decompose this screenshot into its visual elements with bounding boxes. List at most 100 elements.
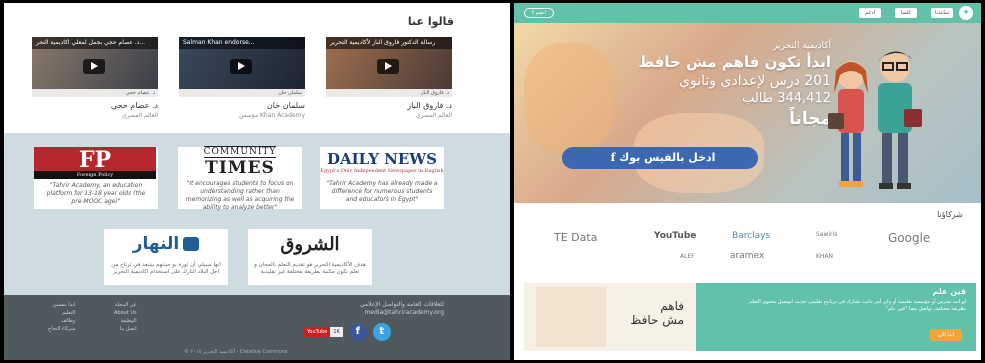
video-title: Salman Khan endorse... <box>179 37 305 49</box>
speaker-name: د. عصام حجي <box>110 101 158 110</box>
press-card-fp[interactable]: FP Foreign Policy "Tahrir Academy, an ed… <box>34 147 158 209</box>
partner-logo[interactable]: Barclays <box>732 231 770 241</box>
contact-title: للعلاقات العامة والتواصل الإعلامي <box>359 301 444 308</box>
footer-link[interactable]: التعليم <box>48 309 75 317</box>
testimonials-section: قالوا عنا د. عصام حجي بجمل لمعلي اكاديمي… <box>4 3 510 133</box>
screenshot-frame: قالوا عنا د. عصام حجي بجمل لمعلي اكاديمي… <box>4 3 981 360</box>
start-now-button[interactable]: ابدأ الآن <box>930 329 962 341</box>
social-links: YouTube 1K f t <box>304 323 391 341</box>
facebook-login-button[interactable]: ادخل بالفيس بوك f <box>562 147 758 169</box>
video-title: رسالة الدكتور فاروق الباز لأكاديمية التح… <box>326 37 452 49</box>
copyright: © أكاديمية التحرير ٢٠١٥ · Creative Commo… <box>184 349 288 355</box>
press-section: FP Foreign Policy "Tahrir Academy, an ed… <box>4 133 510 295</box>
partner-logo[interactable]: Google <box>888 231 930 245</box>
youtube-subscribe-button[interactable]: YouTube 1K <box>304 327 343 337</box>
right-page: f انضم ادعم كلمنا ساعدنا ✦ أكاديمية التح… <box>514 3 981 360</box>
daily-news-logo: DAILY NEWS Egypt's Only Independent News… <box>320 150 444 174</box>
partner-logo[interactable]: TE Data <box>554 231 597 244</box>
facebook-login-label: ادخل بالفيس بوك <box>619 151 716 164</box>
youtube-count: 1K <box>330 327 343 337</box>
video-card[interactable]: د. عصام حجي بجمل لمعلي اكاديمية التحر...… <box>32 37 158 127</box>
footer-link[interactable]: الوظيفة <box>114 317 136 325</box>
facebook-icon[interactable]: f <box>348 323 367 341</box>
nahar-logo: النهار <box>104 229 228 259</box>
footer-link[interactable]: وظائف <box>48 317 76 325</box>
brand-slogan: فاهم مش حافظ <box>630 299 684 327</box>
hero-banner: أكاديمية التحرير ابدأ تكون فاهم مش حافظ … <box>514 23 981 203</box>
footer-link[interactable]: About Us <box>114 309 137 317</box>
shorouk-logo: الشروق <box>280 233 340 255</box>
facebook-join-button[interactable]: f انضم <box>524 8 554 18</box>
site-footer: ابدأ بنفسي التعليم وظائف شركاء النجاح عن… <box>4 295 510 360</box>
speaker-role: العالم المصري <box>121 112 158 119</box>
partner-logo[interactable]: ALEF <box>680 253 695 260</box>
press-card-shorouk[interactable]: الشروق هدف الأكاديمية التحرير هو تقديم ا… <box>248 229 372 285</box>
press-card-nahar[interactable]: النهار انها سبيلي أن ثورة بو حيننهم بيتب… <box>104 229 228 285</box>
partner-logo[interactable]: aramex <box>730 251 764 261</box>
press-quote: هدف الأكاديمية التحرير هو تقديم التعلم ب… <box>254 262 366 275</box>
hero-lessons-count: 201 درس لإعدادي وثانوي <box>679 73 831 89</box>
teach-cta-section: فاهم مش حافظ فين علم لو انت مدرس أو مؤسس… <box>514 277 981 357</box>
teach-description: لو انت مدرس أو مؤسسة تعليمية أو ولي أمر … <box>748 299 966 312</box>
video-thumbnail[interactable]: رسالة الدكتور فاروق الباز لأكاديمية التح… <box>326 37 452 89</box>
contact-email[interactable]: media@tahriracademy.org <box>304 309 444 317</box>
twitter-icon[interactable]: t <box>372 323 391 341</box>
footer-links-2: عن المجلة About Us الوظيفة اتصل بنا <box>114 301 137 333</box>
teach-title: فين علم <box>932 287 967 296</box>
partner-logo[interactable]: KHAN <box>816 253 833 260</box>
video-thumbnail[interactable]: Salman Khan endorse... <box>179 37 305 89</box>
video-card[interactable]: Salman Khan endorse... سلمان خان سلمان خ… <box>179 37 305 127</box>
video-list: د. عصام حجي بجمل لمعلي اكاديمية التحر...… <box>32 37 452 127</box>
press-quote: "Tahrir Academy, an education platform f… <box>46 182 146 205</box>
footer-link[interactable]: ابدأ بنفسي <box>48 301 75 309</box>
video-caption: د. عصام حجي <box>32 89 158 97</box>
nav-button[interactable]: كلمنا <box>895 8 917 18</box>
press-card-daily-news[interactable]: DAILY NEWS Egypt's Only Independent News… <box>320 147 444 209</box>
press-quote: انها سبيلي أن ثورة بو حيننهم بيتبعد في ت… <box>111 262 221 275</box>
hero-subtitle: أكاديمية التحرير <box>773 41 831 51</box>
brand-panel: فاهم مش حافظ <box>524 283 696 351</box>
facebook-icon: f <box>610 151 616 164</box>
top-nav-bar: f انضم ادعم كلمنا ساعدنا ✦ <box>514 3 981 23</box>
footer-link[interactable]: اتصل بنا <box>114 325 137 333</box>
footer-links-1: ابدأ بنفسي التعليم وظائف شركاء النجاح <box>48 301 75 333</box>
foreign-policy-logo: FP Foreign Policy <box>34 147 156 179</box>
nahar-mark-icon <box>183 237 200 251</box>
partners-title: شركاؤنا <box>937 210 963 219</box>
play-icon[interactable] <box>83 59 105 74</box>
speaker-role: العالم المصري <box>415 112 452 119</box>
press-card-community-times[interactable]: COMMUNITY TIMES "It encourages students … <box>178 146 302 211</box>
partners-section: شركاؤنا TE Data YouTube Barclays Sawiris… <box>514 203 981 273</box>
teach-panel: فين علم لو انت مدرس أو مؤسسة تعليمية أو … <box>696 283 976 351</box>
footer-contact: للعلاقات العامة والتواصل الإعلامي media@… <box>304 301 444 317</box>
speaker-name: د. فاروق الباز <box>407 101 452 110</box>
video-caption: سلمان خان <box>179 89 305 97</box>
youtube-icon: YouTube <box>304 327 331 337</box>
video-title: د. عصام حجي بجمل لمعلي اكاديمية التحر... <box>32 37 158 49</box>
nav-button[interactable]: ساعدنا <box>931 8 953 18</box>
play-icon[interactable] <box>230 59 252 74</box>
testimonials-title: قالوا عنا <box>407 15 454 28</box>
hero-free-label: مجاناً <box>789 109 831 129</box>
footer-link[interactable]: شركاء النجاح <box>48 325 75 333</box>
video-caption: د. فاروق الباز <box>326 89 452 97</box>
press-quote: "It encourages students to focus on unde… <box>185 180 295 211</box>
nav-button[interactable]: ادعم <box>859 8 881 18</box>
boy-illustration <box>878 51 922 189</box>
hero-students-count: 344,412 طالب <box>742 91 831 106</box>
video-card[interactable]: رسالة الدكتور فاروق الباز لأكاديمية التح… <box>326 37 452 127</box>
speaker-role: مؤسس Khan Academy <box>239 112 305 119</box>
hero-text: أكاديمية التحرير ابدأ تكون فاهم مش حافظ … <box>571 41 831 129</box>
partner-logo[interactable]: YouTube <box>654 231 696 241</box>
speaker-name: سلمان خان <box>266 101 305 110</box>
partner-logo[interactable]: Sawiris <box>816 231 837 238</box>
community-times-logo: COMMUNITY TIMES <box>203 146 277 178</box>
site-logo[interactable]: ✦ <box>959 6 973 20</box>
press-quote: "Tahrir Academy has already made a diffe… <box>326 180 438 203</box>
left-page: قالوا عنا د. عصام حجي بجمل لمعلي اكاديمي… <box>4 3 510 360</box>
brand-illustration <box>536 287 606 347</box>
video-thumbnail[interactable]: د. عصام حجي بجمل لمعلي اكاديمية التحر... <box>32 37 158 89</box>
footer-link[interactable]: عن المجلة <box>114 301 137 309</box>
hero-headline: ابدأ تكون فاهم مش حافظ <box>638 53 831 71</box>
play-icon[interactable] <box>377 59 399 74</box>
